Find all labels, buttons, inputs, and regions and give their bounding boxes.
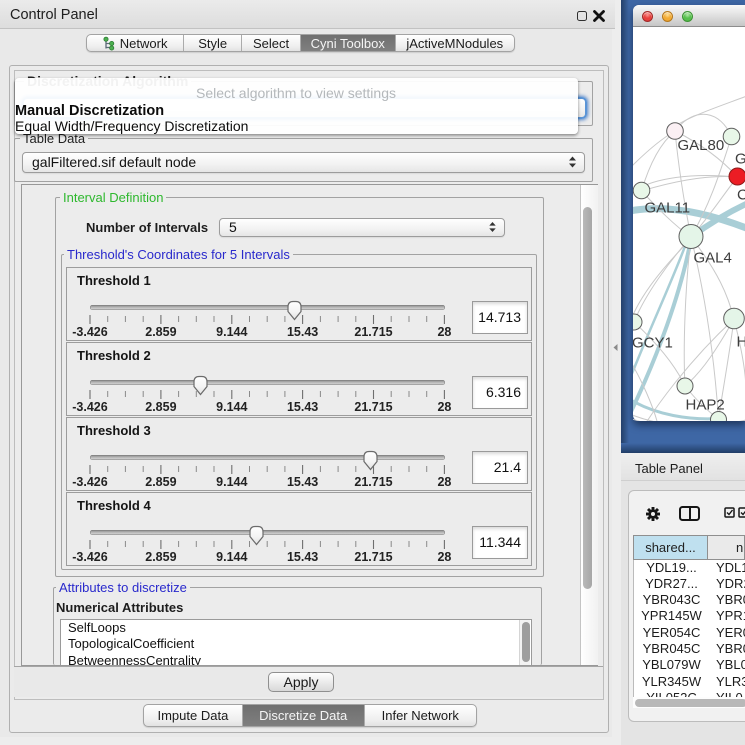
svg-text:GAL11: GAL11: [644, 199, 690, 216]
svg-text:GA: GA: [735, 150, 745, 167]
svg-text:HI: HI: [736, 333, 745, 350]
svg-text:HAP2: HAP2: [685, 396, 724, 413]
svg-text:GAL80: GAL80: [677, 136, 724, 153]
svg-text:C: C: [737, 186, 745, 203]
svg-text:GAL4: GAL4: [693, 249, 731, 266]
svg-text:GCY1: GCY1: [633, 334, 673, 351]
